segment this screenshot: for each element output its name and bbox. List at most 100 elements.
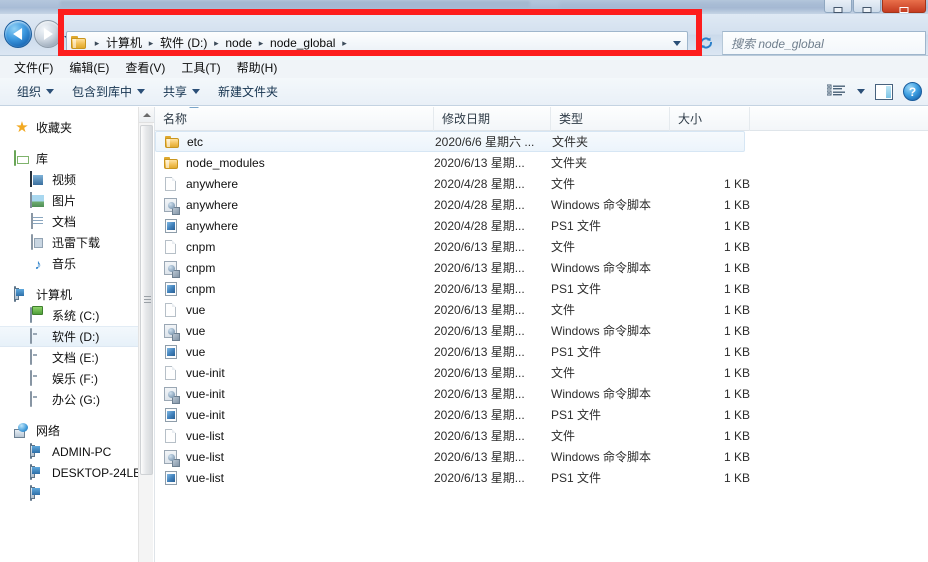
table-row[interactable]: node_modules 2020/6/13 星期... 文件夹	[155, 152, 928, 173]
folder-icon	[163, 155, 179, 171]
file-type-cell: Windows 命令脚本	[551, 261, 652, 275]
table-row[interactable]: cnpm 2020/6/13 星期... Windows 命令脚本 1 KB	[155, 257, 928, 278]
column-header-date-modified[interactable]: 修改日期	[434, 107, 551, 131]
sidebar-item-network[interactable]: 网络	[0, 420, 138, 441]
documents-icon	[30, 212, 46, 230]
column-header-size[interactable]: 大小	[670, 107, 750, 131]
table-row[interactable]: vue-init 2020/6/13 星期... PS1 文件 1 KB	[155, 404, 928, 425]
sidebar-item-admin-pc[interactable]: ADMIN-PC	[0, 441, 138, 462]
file-date-cell: 2020/4/28 星期...	[434, 219, 525, 233]
address-bar[interactable]: ▸ 计算机 ▸ 软件 (D:) ▸ node ▸ node_global ▸	[66, 31, 688, 55]
table-row[interactable]: anywhere 2020/4/28 星期... Windows 命令脚本 1 KB	[155, 194, 928, 215]
menu-view[interactable]: 查看(V)	[117, 57, 173, 78]
sidebar-item-documents[interactable]: 文档	[0, 211, 138, 232]
file-date-cell: 2020/4/28 星期...	[434, 198, 525, 212]
menu-edit[interactable]: 编辑(E)	[61, 57, 117, 78]
file-date-cell: 2020/6/6 星期六 ...	[435, 135, 535, 149]
menu-help[interactable]: 帮助(H)	[229, 57, 286, 78]
blank-file-icon	[163, 302, 179, 318]
search-input[interactable]: 搜索 node_global	[723, 35, 824, 52]
sidebar-item-desktop-24lb[interactable]: DESKTOP-24LB	[0, 462, 138, 483]
maximize-button[interactable]	[853, 0, 881, 13]
table-row[interactable]: vue-list 2020/6/13 星期... PS1 文件 1 KB	[155, 467, 928, 488]
file-name-cell: vue	[163, 302, 205, 318]
sidebar-item-music[interactable]: ♪ 音乐	[0, 253, 138, 274]
file-type-cell: PS1 文件	[551, 408, 602, 422]
sidebar-item-thunder-download[interactable]: 迅雷下载	[0, 232, 138, 253]
table-row[interactable]: vue-init 2020/6/13 星期... 文件 1 KB	[155, 362, 928, 383]
organize-button[interactable]: 组织	[8, 80, 63, 103]
sidebar-item-pictures[interactable]: 图片	[0, 190, 138, 211]
table-row[interactable]: vue 2020/6/13 星期... Windows 命令脚本 1 KB	[155, 320, 928, 341]
include-in-library-button[interactable]: 包含到库中	[63, 80, 154, 103]
table-row[interactable]: etc 2020/6/6 星期六 ... 文件夹	[155, 131, 745, 152]
file-name-label: vue-init	[186, 386, 225, 401]
file-type-cell: 文件	[551, 303, 576, 317]
file-rows: etc 2020/6/6 星期六 ... 文件夹 node_modules 2020/6…	[155, 131, 928, 488]
chevron-down-icon	[137, 89, 146, 94]
preview-pane-icon[interactable]	[875, 83, 893, 100]
sidebar-item-videos[interactable]: 视频	[0, 169, 138, 190]
view-options-icon[interactable]	[826, 84, 847, 100]
file-name-label: anywhere	[186, 218, 239, 233]
file-type-cell: Windows 命令脚本	[551, 198, 652, 212]
menu-file[interactable]: 文件(F)	[6, 57, 61, 78]
sidebar-item-partial[interactable]	[0, 483, 138, 504]
table-row[interactable]: anywhere 2020/4/28 星期... 文件 1 KB	[155, 173, 928, 194]
file-type-cell: PS1 文件	[551, 282, 602, 296]
table-row[interactable]: vue-list 2020/6/13 星期... 文件 1 KB	[155, 425, 928, 446]
chevron-down-icon[interactable]	[673, 41, 681, 46]
back-arrow-icon	[13, 28, 23, 40]
menu-bar: 文件(F) 编辑(E) 查看(V) 工具(T) 帮助(H)	[0, 56, 928, 78]
sidebar-item-favorites[interactable]: ★ 收藏夹	[0, 117, 138, 138]
sidebar-item-drive-g[interactable]: 办公 (G:)	[0, 389, 138, 410]
table-row[interactable]: cnpm 2020/6/13 星期... PS1 文件 1 KB	[155, 278, 928, 299]
forward-button[interactable]	[34, 20, 62, 48]
table-row[interactable]: vue-init 2020/6/13 星期... Windows 命令脚本 1 KB	[155, 383, 928, 404]
close-button[interactable]	[882, 0, 926, 13]
sidebar-item-computer[interactable]: 计算机	[0, 284, 138, 305]
column-header-name[interactable]: 名称	[155, 107, 434, 131]
table-row[interactable]: anywhere 2020/4/28 星期... PS1 文件 1 KB	[155, 215, 928, 236]
share-with-label: 共享	[163, 85, 188, 99]
table-row[interactable]: vue 2020/6/13 星期... 文件 1 KB	[155, 299, 928, 320]
search-box[interactable]: 搜索 node_global	[722, 31, 926, 55]
minimize-button[interactable]	[824, 0, 852, 13]
sidebar-item-libraries[interactable]: 库	[0, 148, 138, 169]
table-row[interactable]: cnpm 2020/6/13 星期... 文件 1 KB	[155, 236, 928, 257]
refresh-button[interactable]	[694, 31, 718, 55]
menu-tools[interactable]: 工具(T)	[173, 57, 228, 78]
file-name-label: vue-init	[186, 365, 225, 380]
table-row[interactable]: vue-list 2020/6/13 星期... Windows 命令脚本 1 KB	[155, 446, 928, 467]
sidebar-item-drive-d[interactable]: 软件 (D:)	[0, 326, 138, 347]
breadcrumb-item-node[interactable]: node	[221, 34, 256, 52]
scrollbar-thumb[interactable]	[140, 125, 153, 475]
breadcrumb-item-drive-d[interactable]: 软件 (D:)	[156, 34, 211, 52]
sidebar-item-label: 娱乐 (F:)	[52, 372, 98, 386]
file-date-cell: 2020/4/28 星期...	[434, 177, 525, 191]
table-row[interactable]: vue 2020/6/13 星期... PS1 文件 1 KB	[155, 341, 928, 362]
title-bar	[0, 0, 928, 14]
cmd-script-icon	[163, 386, 180, 404]
help-icon[interactable]: ?	[903, 82, 922, 101]
breadcrumb-item-node-global[interactable]: node_global	[266, 34, 339, 52]
breadcrumb-item-computer[interactable]: 计算机	[102, 34, 146, 52]
sidebar-item-drive-f[interactable]: 娱乐 (F:)	[0, 368, 138, 389]
new-folder-button[interactable]: 新建文件夹	[209, 80, 287, 103]
back-button[interactable]	[4, 20, 32, 48]
sidebar-item-drive-e[interactable]: 文档 (E:)	[0, 347, 138, 368]
sidebar-item-label: 音乐	[52, 257, 77, 271]
scroll-up-icon[interactable]	[139, 107, 154, 123]
column-header-type[interactable]: 类型	[551, 107, 670, 131]
blank-file-icon	[163, 365, 179, 381]
sidebar-item-drive-c[interactable]: 系统 (C:)	[0, 305, 138, 326]
file-type-cell: 文件	[551, 240, 576, 254]
share-with-button[interactable]: 共享	[154, 80, 209, 103]
view-options-chevron-icon[interactable]	[857, 89, 865, 94]
navigation-pane-scrollbar[interactable]	[138, 107, 154, 562]
file-name-label: vue	[186, 302, 206, 317]
sort-ascending-icon	[189, 107, 199, 108]
sidebar-item-label: 收藏夹	[36, 121, 73, 135]
file-name-label: node_modules	[186, 155, 265, 170]
file-size-cell: 1 KB	[723, 365, 750, 380]
